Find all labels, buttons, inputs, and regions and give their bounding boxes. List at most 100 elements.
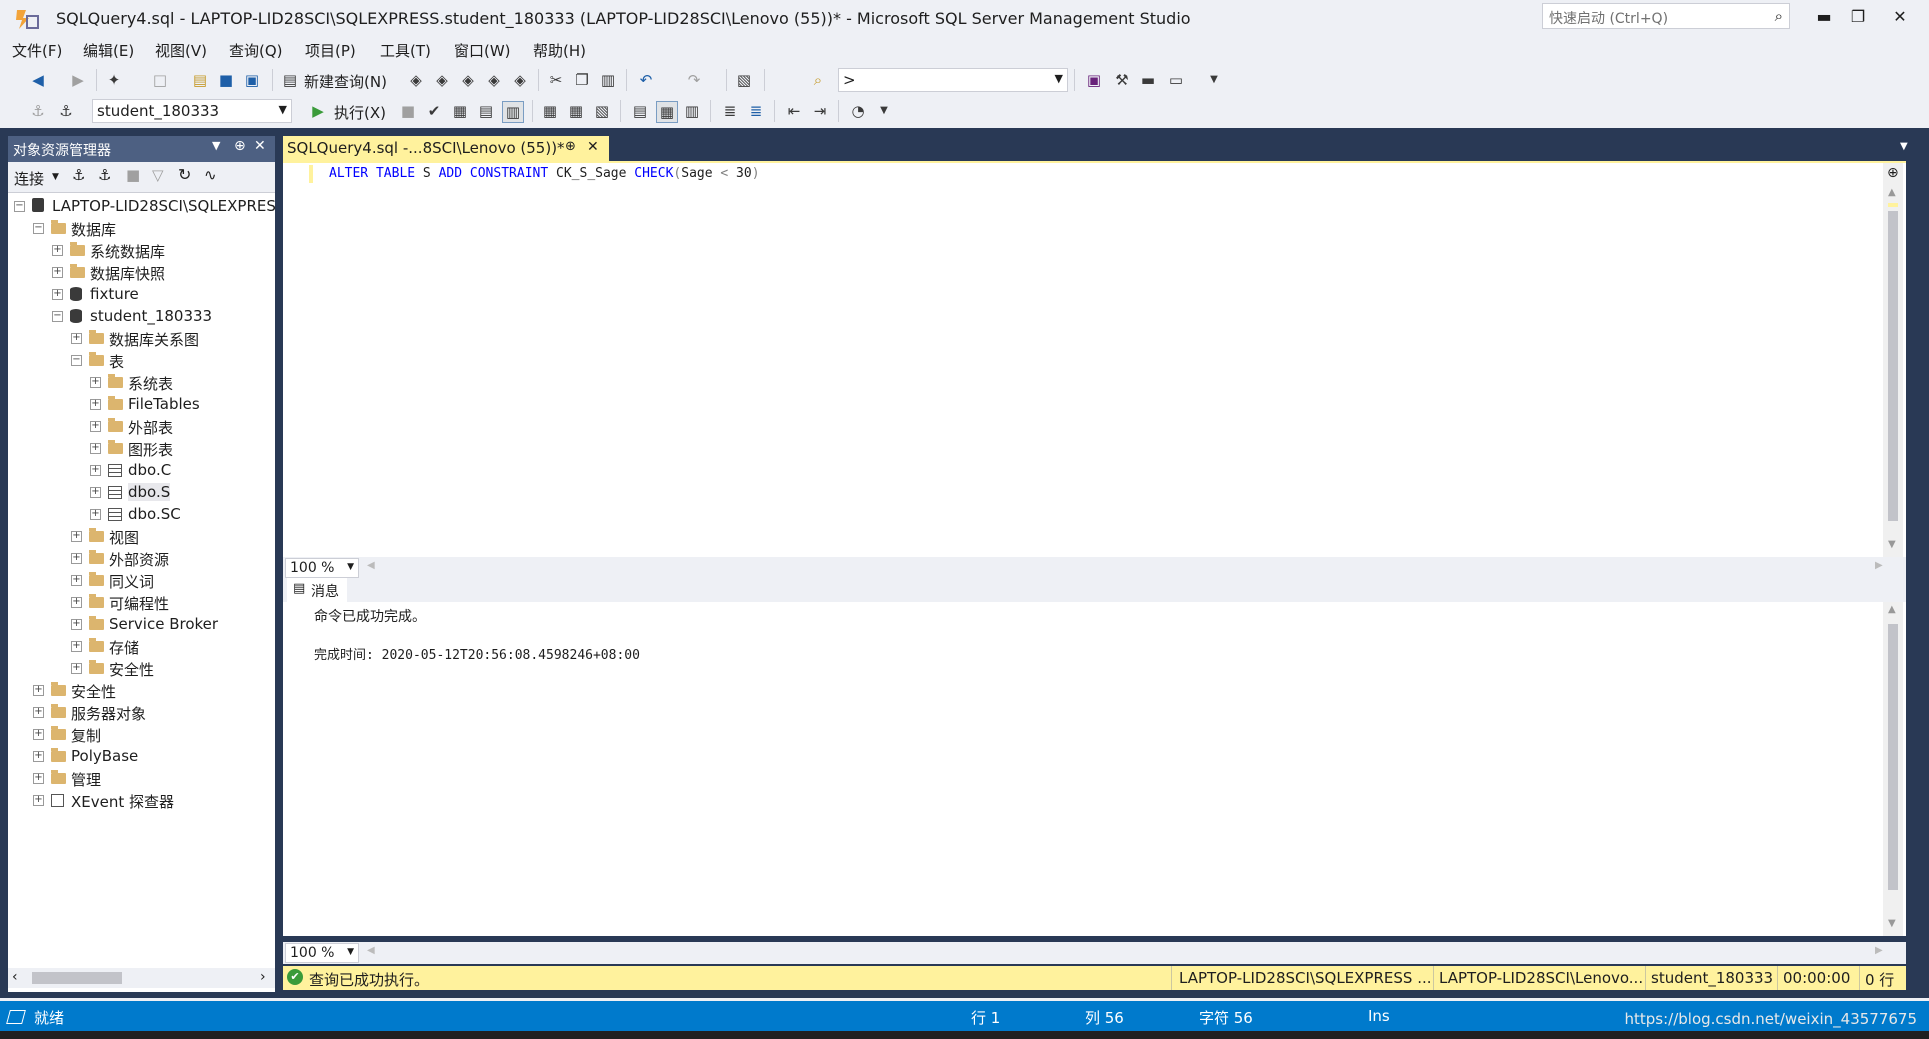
expand-icon[interactable]: + bbox=[71, 663, 82, 674]
execute-button[interactable]: 执行(X) bbox=[334, 102, 386, 123]
save-icon[interactable]: ■ bbox=[216, 70, 236, 90]
filter-icon[interactable]: ▽ bbox=[152, 166, 164, 184]
chevron-down-icon[interactable]: ▼ bbox=[279, 103, 287, 116]
chevron-down-icon[interactable]: ▼ bbox=[52, 172, 59, 182]
specify-template-values-icon[interactable]: ◔ bbox=[848, 101, 868, 121]
vertical-scrollbar[interactable]: ⊕ ▲ ▼ bbox=[1883, 163, 1903, 559]
expand-icon[interactable]: + bbox=[52, 267, 63, 278]
split-icon[interactable]: ⊕ bbox=[1887, 165, 1899, 181]
expand-icon[interactable]: + bbox=[33, 795, 44, 806]
collapse-icon[interactable]: − bbox=[33, 223, 44, 234]
menu-view[interactable]: 视图(V) bbox=[155, 40, 207, 61]
restore-button[interactable]: ❐ bbox=[1838, 4, 1878, 30]
scroll-up-icon[interactable]: ▲ bbox=[1888, 187, 1896, 198]
uncomment-icon[interactable]: ≣ bbox=[746, 101, 766, 121]
paste-icon[interactable]: ▥ bbox=[598, 70, 618, 90]
live-query-stats-icon[interactable]: ▦ bbox=[566, 101, 586, 121]
code-line-1[interactable]: ALTER TABLE S ADD CONSTRAINT CK_S_Sage C… bbox=[329, 166, 760, 181]
scroll-down-icon[interactable]: ▼ bbox=[1888, 539, 1896, 550]
execute-icon[interactable]: ▶ bbox=[308, 101, 328, 121]
chevron-down-icon[interactable]: ▼ bbox=[347, 947, 354, 957]
expand-icon[interactable]: + bbox=[90, 487, 101, 498]
expand-icon[interactable]: + bbox=[71, 531, 82, 542]
db-engine-query-icon[interactable]: ◈ bbox=[510, 70, 530, 90]
dax-query-icon[interactable]: ◈ bbox=[484, 70, 504, 90]
connect-button[interactable]: 连接 bbox=[14, 168, 44, 189]
redo-icon[interactable]: ↷ bbox=[684, 70, 704, 90]
scrollbar-thumb[interactable] bbox=[1888, 624, 1898, 890]
chevron-down-icon[interactable]: ▼ bbox=[1055, 72, 1063, 85]
change-connection-icon[interactable]: ⚓ bbox=[56, 101, 76, 121]
collapse-icon[interactable]: − bbox=[71, 355, 82, 366]
expand-icon[interactable]: + bbox=[33, 685, 44, 696]
results-to-text-icon[interactable]: ▤ bbox=[630, 101, 650, 121]
back-icon[interactable]: ◀ bbox=[28, 70, 48, 90]
horizontal-scrollbar[interactable]: ‹ › bbox=[8, 968, 275, 988]
messages-pane[interactable]: 命令已成功完成。 完成时间: 2020-05-12T20:56:08.45982… bbox=[283, 602, 1906, 936]
activity-monitor-icon[interactable]: ▧ bbox=[734, 70, 754, 90]
results-zoom-combo[interactable]: 100 % ▼ bbox=[285, 943, 359, 963]
scroll-right-icon[interactable]: › bbox=[260, 969, 266, 985]
activity-monitor-icon[interactable]: ∿ bbox=[204, 166, 217, 184]
menu-tools[interactable]: 工具(T) bbox=[380, 40, 431, 61]
results-to-file-icon[interactable]: ▥ bbox=[682, 101, 702, 121]
collapse-icon[interactable]: − bbox=[52, 311, 63, 322]
forward-icon[interactable]: ▶ bbox=[68, 70, 88, 90]
search-icon[interactable]: ⌕ bbox=[1775, 7, 1783, 25]
increase-indent-icon[interactable]: ⇥ bbox=[810, 101, 830, 121]
open-file-icon[interactable]: ▤ bbox=[190, 70, 210, 90]
scroll-left-icon[interactable]: ◀ bbox=[367, 945, 375, 956]
solution-explorer-icon[interactable]: ▣ bbox=[1084, 70, 1104, 90]
tab-list-icon[interactable]: ▼ bbox=[1900, 141, 1908, 152]
parse-check-icon[interactable]: ✔ bbox=[424, 101, 444, 121]
undo-icon[interactable]: ↶ bbox=[636, 70, 656, 90]
save-all-icon[interactable]: ▣ bbox=[242, 70, 262, 90]
copy-icon[interactable]: ❐ bbox=[572, 70, 592, 90]
expand-icon[interactable]: + bbox=[90, 399, 101, 410]
database-selector[interactable]: student_180333 ▼ bbox=[92, 99, 292, 123]
expand-icon[interactable]: + bbox=[71, 597, 82, 608]
expand-icon[interactable]: + bbox=[71, 641, 82, 652]
mdx-query-icon[interactable]: ◈ bbox=[406, 70, 426, 90]
menu-edit[interactable]: 编辑(E) bbox=[83, 40, 134, 61]
collapse-icon[interactable]: − bbox=[14, 201, 25, 212]
find-combo[interactable]: > ▼ bbox=[838, 68, 1068, 92]
expand-icon[interactable]: + bbox=[71, 333, 82, 344]
pin-icon[interactable]: ⊕ bbox=[565, 139, 576, 154]
cut-icon[interactable]: ✂ bbox=[546, 70, 566, 90]
include-actual-plan-icon[interactable]: ▦ bbox=[540, 101, 560, 121]
pin-icon[interactable]: ⊕ bbox=[234, 138, 246, 154]
close-button[interactable]: ✕ bbox=[1880, 4, 1920, 30]
scroll-down-icon[interactable]: ▼ bbox=[1888, 918, 1896, 929]
menu-window[interactable]: 窗口(W) bbox=[454, 40, 511, 61]
menu-project[interactable]: 项目(P) bbox=[305, 40, 356, 61]
toolbar-overflow-icon[interactable]: ▼ bbox=[874, 101, 894, 121]
scroll-right-icon[interactable]: ▶ bbox=[1875, 560, 1883, 571]
new-query-icon[interactable]: ▤ bbox=[280, 70, 300, 90]
new-project-icon[interactable]: ✦ bbox=[104, 70, 124, 90]
scroll-left-icon[interactable]: ◀ bbox=[367, 560, 375, 571]
decrease-indent-icon[interactable]: ⇤ bbox=[784, 101, 804, 121]
expand-icon[interactable]: + bbox=[33, 751, 44, 762]
toolbox-icon[interactable]: ▬ bbox=[1138, 70, 1158, 90]
expand-icon[interactable]: + bbox=[71, 619, 82, 630]
comment-out-icon[interactable]: ≣ bbox=[720, 101, 740, 121]
new-query-button[interactable]: 新建查询(N) bbox=[304, 71, 387, 92]
query-options-icon[interactable]: ▤ bbox=[476, 101, 496, 121]
scroll-up-icon[interactable]: ▲ bbox=[1888, 604, 1896, 615]
properties-wrench-icon[interactable]: ⚒ bbox=[1112, 70, 1132, 90]
menu-help[interactable]: 帮助(H) bbox=[533, 40, 586, 61]
expand-icon[interactable]: + bbox=[33, 773, 44, 784]
connect-plug-icon[interactable]: ⚓ bbox=[72, 166, 85, 184]
scrollbar-thumb[interactable] bbox=[1888, 211, 1898, 521]
scrollbar-thumb[interactable] bbox=[32, 972, 122, 984]
estimated-plan-icon[interactable]: ▦ bbox=[450, 101, 470, 121]
close-tab-icon[interactable]: ✕ bbox=[587, 139, 599, 155]
vertical-scrollbar[interactable]: ▲ ▼ bbox=[1883, 602, 1903, 936]
expand-icon[interactable]: + bbox=[52, 245, 63, 256]
client-statistics-icon[interactable]: ▧ bbox=[592, 101, 612, 121]
expand-icon[interactable]: + bbox=[90, 509, 101, 520]
expand-icon[interactable]: + bbox=[33, 729, 44, 740]
cancel-query-icon[interactable]: ■ bbox=[398, 101, 418, 121]
expand-icon[interactable]: + bbox=[90, 421, 101, 432]
